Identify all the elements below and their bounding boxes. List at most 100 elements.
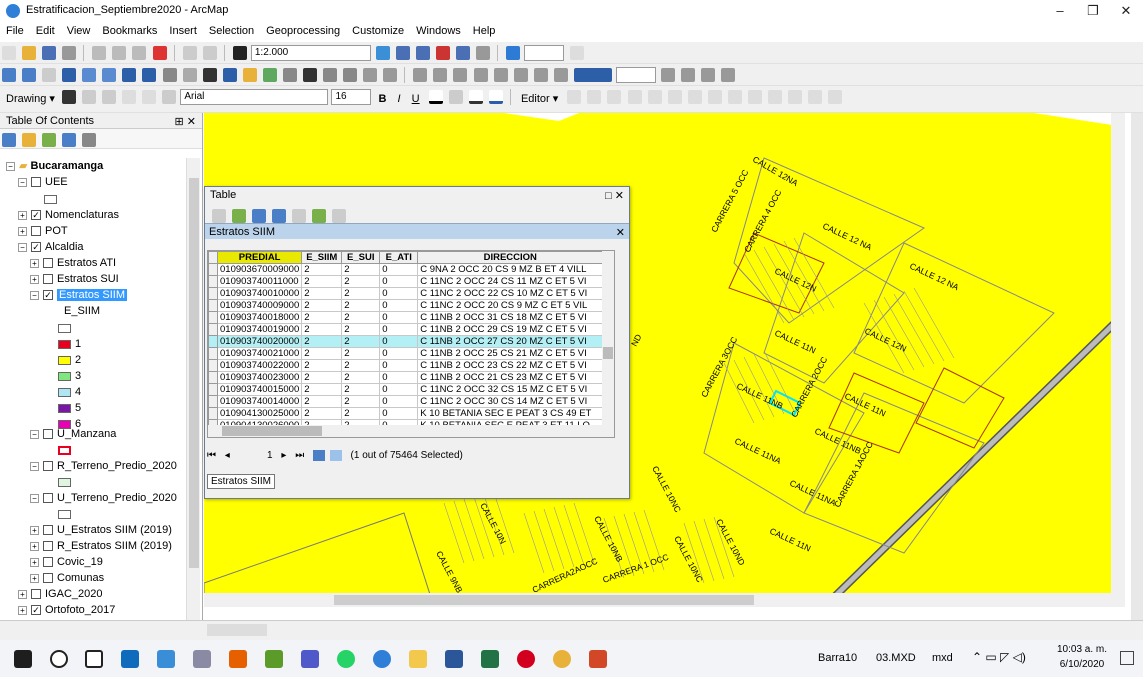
split-icon[interactable] [747, 90, 762, 104]
opera-icon[interactable] [517, 650, 535, 668]
file-explorer-icon[interactable] [409, 650, 427, 668]
fixed-zoom-out-icon[interactable] [102, 68, 117, 82]
map-scale-combo[interactable]: 1:2.000 [250, 45, 371, 61]
toc-item-igac-2020[interactable]: + IGAC_2020 [18, 586, 102, 602]
table-cell[interactable]: 2 [341, 395, 381, 408]
teams-icon[interactable] [301, 650, 319, 668]
task-view-icon[interactable] [85, 650, 103, 668]
table-row[interactable]: 010903670009000 2 2 0 C 9NA 2 OCC 20 CS 9 MZ… [208, 263, 604, 276]
table-cell[interactable]: 010903740023000 [216, 371, 303, 384]
menu-edit[interactable]: Edit [30, 22, 61, 37]
table-cell[interactable]: C 11NB 2 OCC 27 CS 20 MZ C ET 5 VI [417, 335, 604, 348]
toc-item-estratos-ati[interactable]: + Estratos ATI [30, 255, 116, 271]
powerpoint-icon[interactable] [589, 650, 607, 668]
table-cell[interactable]: 010903740022000 [216, 359, 303, 372]
table-cell[interactable]: 0 [379, 335, 419, 348]
layer-combo[interactable] [524, 45, 565, 61]
table-of-contents-icon[interactable] [396, 46, 410, 60]
row-selector[interactable] [208, 275, 218, 288]
table-cell[interactable]: C 11NB 2 OCC 21 CS 23 MZ C ET 5 VI [417, 371, 604, 384]
table-cell[interactable]: 2 [341, 383, 381, 396]
catalog-icon[interactable] [416, 46, 431, 60]
toc-scrollbar[interactable] [186, 158, 200, 620]
last-record-button[interactable]: ⏭ [295, 450, 304, 461]
table-row[interactable]: 010903740023000 2 2 0 C 11NB 2 OCC 21 CS 23 … [208, 371, 604, 384]
table-cell[interactable]: C 11NB 2 OCC 25 CS 21 MZ C ET 5 VI [417, 347, 604, 360]
table-cell[interactable]: C 9NA 2 OCC 20 CS 9 MZ B ET 4 VILL [417, 263, 604, 276]
row-selector[interactable] [208, 311, 218, 324]
table-cell[interactable]: 2 [301, 263, 343, 276]
toc-item-u-terreno-predio-2020[interactable]: − U_Terreno_Predio_2020 [30, 490, 177, 506]
hyperlink-icon[interactable] [242, 68, 257, 82]
callout-icon[interactable] [162, 90, 177, 104]
table-cell[interactable]: 0 [379, 371, 419, 384]
row-selector[interactable] [208, 287, 218, 300]
time-slider-icon[interactable] [363, 68, 378, 82]
menu-insert[interactable]: Insert [163, 22, 203, 37]
table-cell[interactable]: 2 [341, 311, 381, 324]
layout-tool-icon-7[interactable] [533, 68, 548, 82]
table-cell[interactable]: 2 [301, 383, 343, 396]
font-color-icon[interactable] [428, 90, 443, 104]
app-icon[interactable] [193, 650, 211, 668]
fixed-zoom-in-icon[interactable] [82, 68, 97, 82]
table-row[interactable]: 010903740010000 2 2 0 C 11NC 2 OCC 22 CS 10 … [208, 287, 604, 300]
table-cell[interactable]: C 11NC 2 OCC 22 CS 10 MZ C ET 5 VI [417, 287, 604, 300]
cut-icon[interactable] [92, 46, 107, 60]
print-icon[interactable] [62, 46, 77, 60]
show-selected-records-icon[interactable] [329, 450, 342, 461]
toc-item-bucaramanga[interactable]: − ▰ Bucaramanga [6, 158, 103, 174]
table-cell[interactable]: C 11NC 2 OCC 30 CS 14 MZ C ET 5 VI [417, 395, 604, 408]
table-cell[interactable]: C 11NB 2 OCC 29 CS 19 MZ C ET 5 VI [417, 323, 604, 336]
table-cell[interactable]: 2 [341, 263, 381, 276]
toc-pin-close[interactable]: ⊞ ✕ [175, 115, 197, 128]
model-builder-icon[interactable] [476, 46, 491, 60]
map-vertical-scrollbar[interactable] [1111, 113, 1125, 607]
layout-tool-icon-8[interactable] [553, 68, 568, 82]
marker-color-icon[interactable] [488, 90, 503, 104]
table-cell[interactable]: 2 [301, 371, 343, 384]
grid-horizontal-scrollbar[interactable] [208, 425, 614, 437]
list-by-drawing-order-icon[interactable] [2, 133, 16, 147]
layout-tool-icon-5[interactable] [493, 68, 508, 82]
table-cell[interactable]: C 11NC 2 OCC 20 CS 9 MZ C ET 5 VIL [417, 299, 604, 312]
rotate-icon[interactable] [82, 90, 97, 104]
arcmap-taskbar-icon[interactable] [373, 650, 391, 668]
table-cell[interactable]: 010903670009000 [216, 263, 303, 276]
rotate-edit-icon[interactable] [767, 90, 782, 104]
sketch-properties-icon[interactable] [808, 90, 823, 104]
row-selector[interactable] [208, 299, 218, 312]
col-direccion[interactable]: DIRECCION [417, 251, 604, 264]
table-options-icon[interactable] [212, 209, 226, 223]
options-icon[interactable] [82, 133, 97, 147]
drawing-menu[interactable]: Drawing ▾ [6, 92, 55, 105]
menu-windows[interactable]: Windows [410, 22, 467, 37]
table-cell[interactable]: 2 [341, 287, 381, 300]
menu-geoprocessing[interactable]: Geoprocessing [260, 22, 346, 37]
select-elements-icon[interactable] [202, 68, 217, 82]
delete-selected-icon[interactable] [332, 209, 347, 223]
table-cell[interactable]: 2 [341, 359, 381, 372]
chrome-icon[interactable] [553, 650, 571, 668]
table-cell[interactable]: 010903740009000 [216, 299, 303, 312]
page-tool-icon[interactable] [660, 68, 675, 82]
table-cell[interactable]: C 11NC 2 OCC 24 CS 11 MZ C ET 5 VI [417, 275, 604, 288]
table-cell[interactable]: 2 [301, 299, 343, 312]
firefox-icon[interactable] [229, 650, 247, 668]
table-row[interactable]: 010903740015000 2 2 0 C 11NC 2 OCC 32 CS 15 … [208, 383, 604, 396]
find-icon[interactable] [302, 68, 317, 82]
menu-customize[interactable]: Customize [346, 22, 410, 37]
edit-tool-icon[interactable] [567, 90, 582, 104]
toc-item-estratos-sui[interactable]: + Estratos SUI [30, 271, 119, 287]
select-features-icon[interactable] [162, 68, 177, 82]
table-cell[interactable]: 010903740018000 [216, 311, 303, 324]
table-cell[interactable]: 2 [301, 359, 343, 372]
table-row[interactable]: 010903740011000 2 2 0 C 11NC 2 OCC 24 CS 11 … [208, 275, 604, 288]
pan-hand-icon[interactable] [42, 68, 57, 82]
toc-item-alcaldia[interactable]: − ✓ Alcaldia [18, 239, 84, 255]
table-cell[interactable]: 0 [379, 311, 419, 324]
app-icon-2[interactable] [265, 650, 283, 668]
color-swatch-icon[interactable] [573, 68, 612, 82]
python-window-icon[interactable] [456, 46, 471, 60]
cut-polygons-icon[interactable] [727, 90, 742, 104]
